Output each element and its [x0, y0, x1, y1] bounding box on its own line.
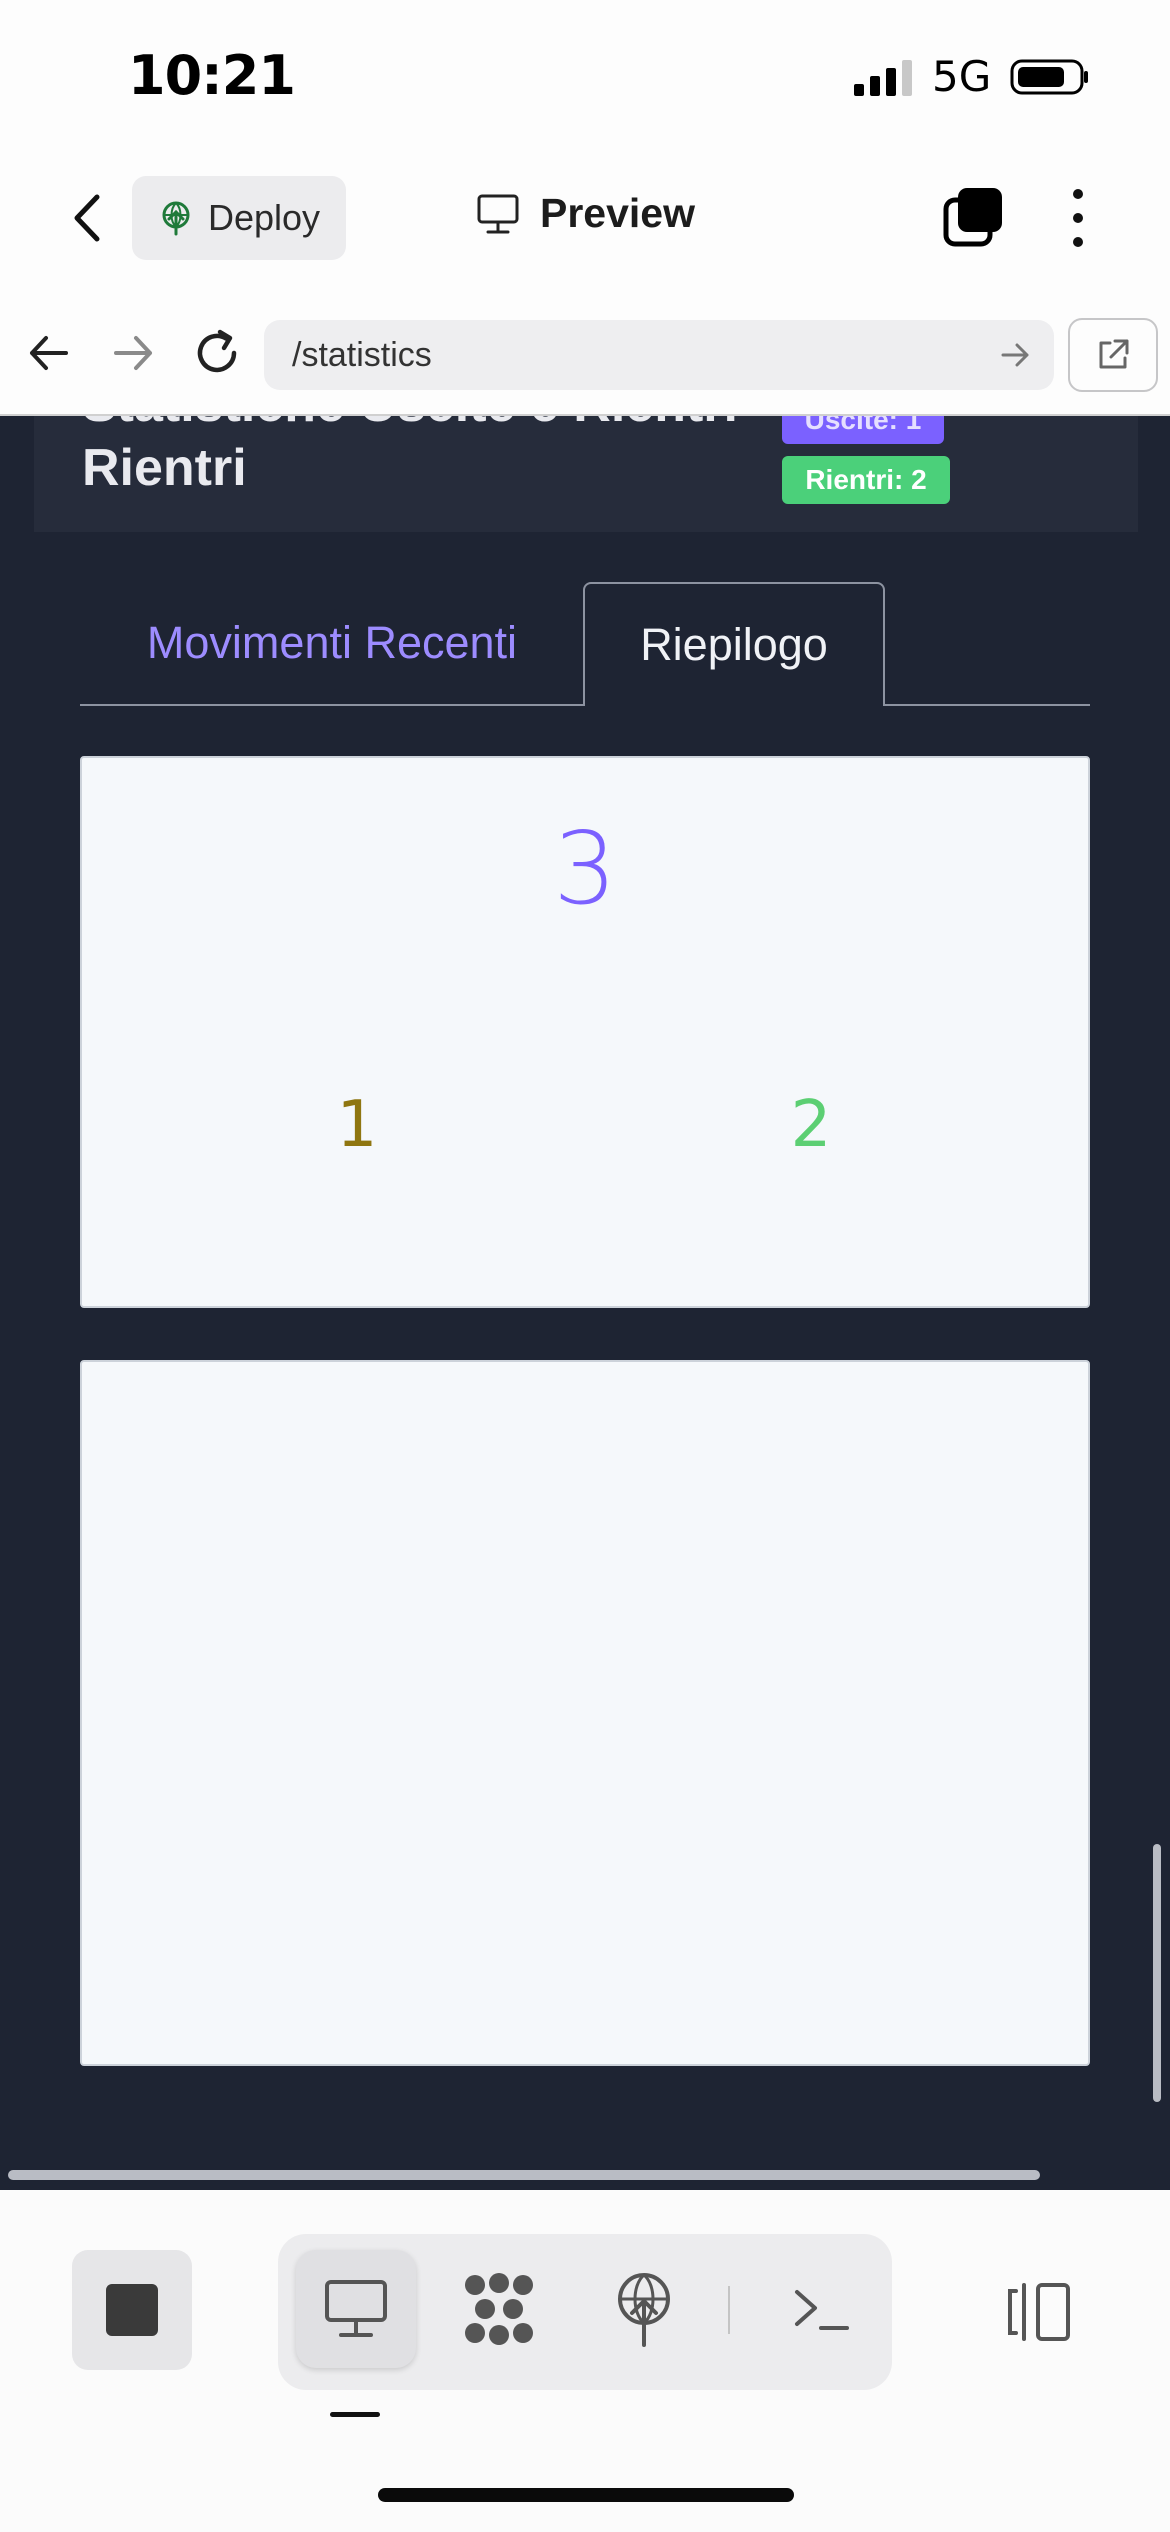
deploy-button[interactable]: Deploy [132, 176, 346, 260]
workflows-button[interactable] [454, 2264, 544, 2354]
page-title-line-2: Rientri [82, 439, 247, 497]
more-vertical-icon[interactable] [1060, 186, 1096, 250]
active-tab-indicator [330, 2412, 380, 2417]
tab-movimenti-recenti[interactable]: Movimenti Recenti [80, 582, 584, 704]
page-title: Statistiche Uscite e Rientri [82, 416, 738, 434]
chart-card [80, 1360, 1090, 2066]
console-button[interactable] [776, 2264, 866, 2354]
open-external-button[interactable] [1068, 318, 1158, 392]
battery-icon [1010, 59, 1088, 95]
tabs-icon[interactable] [940, 186, 1004, 250]
home-indicator[interactable] [378, 2488, 794, 2502]
layout-icon [1008, 2283, 1070, 2341]
deploy-mode-button[interactable] [604, 2264, 684, 2354]
url-text: /statistics [292, 335, 432, 374]
workflows-icon [465, 2273, 533, 2345]
tab-divider [80, 704, 584, 706]
console-icon [795, 2290, 849, 2330]
summary-card: 3 1 2 [80, 756, 1090, 1308]
vertical-scrollbar[interactable] [1153, 1844, 1161, 2102]
monitor-icon [477, 194, 519, 233]
tab-riepilogo[interactable]: Riepilogo [583, 582, 885, 706]
deploy-icon [618, 2273, 670, 2347]
toolbar-divider [728, 2286, 730, 2334]
horizontal-scrollbar[interactable] [8, 2170, 1040, 2180]
status-time: 10:21 [128, 44, 296, 107]
preview-label: Preview [540, 190, 695, 236]
rientri-count: 2 [790, 1088, 832, 1162]
back-button[interactable] [58, 188, 118, 248]
chevron-left-icon [74, 194, 100, 242]
web-content: Statistiche Uscite e Rientri Rientri Usc… [0, 416, 1170, 2190]
url-field[interactable]: /statistics [264, 320, 1054, 390]
stop-icon [106, 2284, 158, 2336]
arrow-right-icon[interactable] [998, 338, 1032, 372]
arrow-right-icon[interactable] [110, 330, 156, 376]
tab-divider [884, 704, 1090, 706]
uscite-badge: Uscite: 1 [782, 416, 944, 444]
reload-icon[interactable] [190, 326, 244, 380]
layout-button[interactable] [998, 2272, 1078, 2352]
preview-title: Preview [476, 190, 695, 237]
arrow-left-icon[interactable] [26, 330, 72, 376]
network-label: 5G [932, 52, 992, 101]
deploy-icon [162, 201, 190, 236]
stop-button[interactable] [72, 2250, 192, 2370]
deploy-label: Deploy [208, 197, 321, 238]
signal-icon [854, 60, 912, 96]
monitor-icon [325, 2280, 387, 2337]
rientri-badge: Rientri: 2 [782, 456, 950, 504]
uscite-count: 1 [336, 1088, 378, 1162]
total-count: 3 [553, 810, 617, 927]
preview-mode-button[interactable] [296, 2250, 416, 2368]
external-link-icon [1099, 339, 1129, 369]
